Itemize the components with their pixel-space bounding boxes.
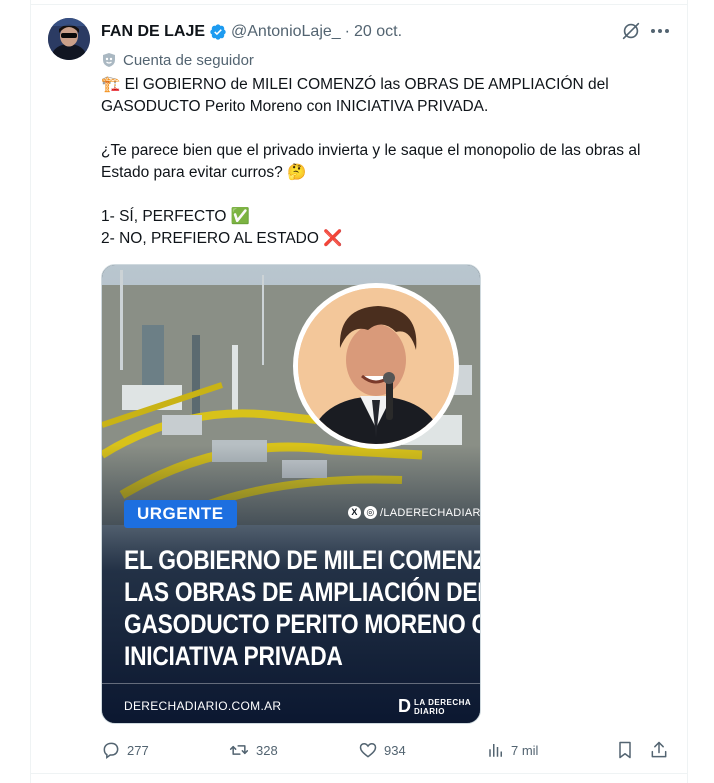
tweet-text: 🏗️ El GOBIERNO de MILEI COMENZÓ las OBRA… <box>101 74 676 250</box>
headline-line: LAS OBRAS DE AMPLIACIÓN DEL <box>124 577 481 607</box>
reply-count: 277 <box>127 742 149 758</box>
follower-label-text: Cuenta de seguidor <box>123 51 254 69</box>
verified-badge-icon <box>209 23 227 41</box>
brand-line: DIARIO <box>414 706 445 716</box>
like-button[interactable]: 934 <box>358 738 406 762</box>
headline-line: INICIATIVA PRIVADA <box>124 641 343 671</box>
poll-option-2: 2- NO, PREFIERO AL ESTADO ❌ <box>101 230 343 247</box>
social-handle: X ◎ /LADERECHADIARIO <box>348 506 481 519</box>
image-headline: EL GOBIERNO DE MILEI COMENZÓ LAS OBRAS D… <box>124 544 481 672</box>
site-url: DERECHADIARIO.COM.AR <box>124 699 282 713</box>
reply-button[interactable]: 277 <box>101 738 149 762</box>
headline-line: EL GOBIERNO DE MILEI COMENZÓ <box>124 545 481 575</box>
more-icon[interactable] <box>649 22 671 40</box>
repost-button[interactable]: 328 <box>228 738 278 762</box>
brand-logo: D LA DERECHA DIARIO <box>398 696 471 717</box>
bookmark-icon <box>619 741 631 759</box>
separator: · <box>344 23 350 40</box>
x-icon: X <box>348 506 361 519</box>
action-bar: 277 328 934 7 mil <box>101 738 676 762</box>
grok-icon[interactable] <box>620 20 642 42</box>
views-icon <box>489 744 502 757</box>
tweet-date[interactable]: 20 oct. <box>354 23 402 41</box>
tweet-image[interactable]: URGENTE X ◎ /LADERECHADIARIO EL GOBIERNO… <box>101 264 481 724</box>
views-count: 7 mil <box>511 742 539 758</box>
headline-line: GASODUCTO PERITO MORENO CON <box>124 609 480 639</box>
heart-icon <box>359 742 377 758</box>
bookmark-button[interactable] <box>615 738 641 762</box>
brand-letter: D <box>398 696 411 716</box>
shield-icon <box>103 53 115 67</box>
divider <box>30 4 688 5</box>
share-icon <box>651 741 667 758</box>
poll-option-1: 1- SÍ, PERFECTO ✅ <box>101 208 251 225</box>
repost-icon <box>229 745 249 755</box>
divider <box>102 683 480 684</box>
like-count: 934 <box>384 742 406 758</box>
author-name[interactable]: FAN DE LAJE <box>101 23 205 41</box>
tweet-text-line1: El GOBIERNO de MILEI COMENZÓ las OBRAS D… <box>101 76 609 115</box>
repost-count: 328 <box>256 742 278 758</box>
share-button[interactable] <box>649 738 675 762</box>
urgent-badge: URGENTE <box>124 500 237 528</box>
tweet-question: ¿Te parece bien que el privado invierta … <box>101 142 641 181</box>
author-handle[interactable]: @AntonioLaje_ <box>231 23 341 41</box>
divider <box>30 773 688 774</box>
views-button[interactable]: 7 mil <box>487 738 538 762</box>
brand-line: LA DERECHA <box>414 697 472 707</box>
follower-account-label: Cuenta de seguidor <box>101 50 254 70</box>
portrait-photo <box>293 283 459 449</box>
avatar[interactable] <box>48 18 90 60</box>
tweet-header: FAN DE LAJE @AntonioLaje_ · 20 oct. <box>101 20 402 44</box>
crane-emoji: 🏗️ <box>101 76 121 93</box>
social-handle-text: /LADERECHADIARIO <box>380 506 481 519</box>
instagram-icon: ◎ <box>364 506 377 519</box>
reply-icon <box>103 742 119 759</box>
